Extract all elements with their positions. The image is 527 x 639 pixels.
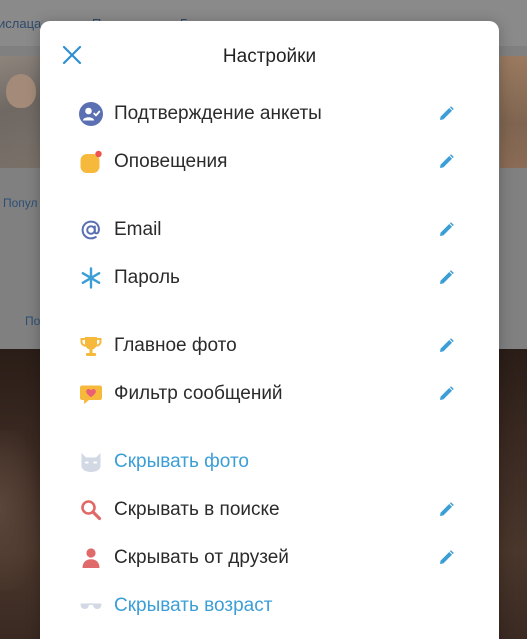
background-profile-photo [500,56,527,168]
settings-item-label: Скрывать от друзей [114,547,289,568]
person-icon [82,548,100,568]
settings-item-email[interactable]: Email [40,210,499,250]
background-profile-photo [0,56,40,168]
settings-modal: Настройки Подтверждение анкеты Оповещени… [40,21,499,639]
at-sign-icon [81,220,100,240]
settings-item-label: Скрывать фото [114,451,250,472]
settings-item-label: Главное фото [114,335,237,356]
pencil-icon[interactable] [437,337,455,355]
settings-item-notifications[interactable]: Оповещения [40,142,499,182]
settings-item-profile-verification[interactable]: Подтверждение анкеты [40,94,499,134]
settings-item-label: Email [114,219,162,240]
asterisk-icon [81,267,101,289]
settings-item-message-filter[interactable]: Фильтр сообщений [40,374,499,414]
settings-item-hide-age[interactable]: Скрывать возраст [40,586,499,626]
background-photo-detail [0,430,40,590]
settings-item-label: Скрывать в поиске [114,499,280,520]
trophy-icon [80,337,102,356]
background-link: Попул [3,196,38,210]
pencil-icon[interactable] [437,549,455,567]
settings-item-hide-photo[interactable]: Скрывать фото [40,442,499,482]
settings-item-label: Подтверждение анкеты [114,103,322,124]
verify-user-icon [79,102,103,126]
settings-item-hide-from-friends[interactable]: Скрывать от друзей [40,538,499,578]
settings-item-label: Оповещения [114,151,228,172]
settings-item-label: Скрывать возраст [114,595,273,616]
settings-item-label: Фильтр сообщений [114,383,283,404]
background-nav-item: ислаца [0,16,42,31]
pencil-icon[interactable] [437,385,455,403]
pencil-icon[interactable] [437,269,455,287]
notification-icon [80,150,102,173]
heart-message-icon [80,385,102,404]
settings-item-label: Пароль [114,267,180,288]
pencil-icon[interactable] [437,153,455,171]
sunglasses-icon [80,603,102,609]
search-icon [81,500,102,521]
background-link: По [25,314,41,328]
modal-title: Настройки [222,46,317,67]
settings-item-hide-in-search[interactable]: Скрывать в поиске [40,490,499,530]
mask-icon [81,453,101,472]
pencil-icon[interactable] [437,105,455,123]
settings-item-password[interactable]: Пароль [40,258,499,298]
settings-item-main-photo[interactable]: Главное фото [40,326,499,366]
pencil-icon[interactable] [437,221,455,239]
pencil-icon[interactable] [437,501,455,519]
